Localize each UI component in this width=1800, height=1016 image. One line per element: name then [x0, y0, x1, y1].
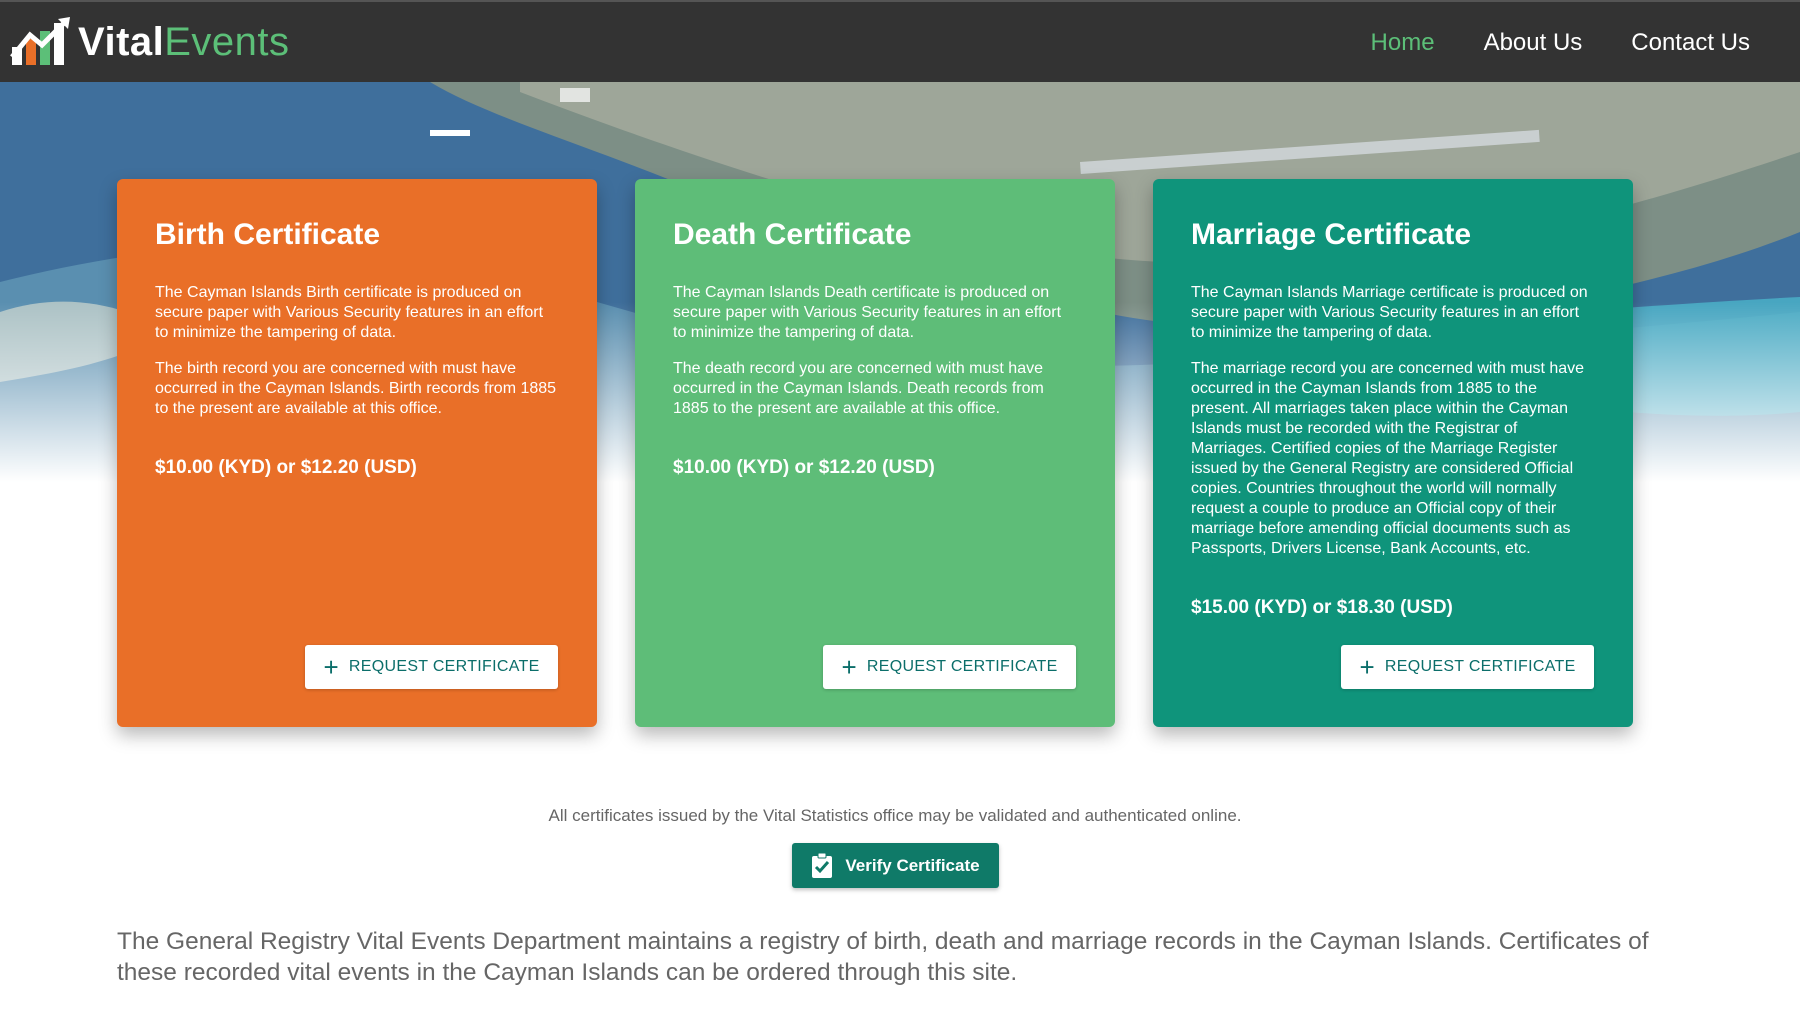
card-description: The Cayman Islands Marriage certificate … [1191, 284, 1588, 341]
main-nav: Home About Us Contact Us [1371, 2, 1750, 84]
plus-icon: + [323, 652, 339, 682]
card-title: Marriage Certificate [1191, 218, 1472, 251]
card-title: Death Certificate [673, 218, 912, 251]
card-price: $15.00 (KYD) or $18.30 (USD) [1191, 597, 1453, 618]
validation-note: All certificates issued by the Vital Sta… [548, 806, 1242, 825]
request-marriage-certificate-button[interactable]: + REQUEST CERTIFICATE [1341, 645, 1594, 689]
card-description: The Cayman Islands Death certificate is … [673, 284, 1062, 341]
card-record-info: The birth record you are concerned with … [155, 360, 557, 417]
card-price: $10.00 (KYD) or $12.20 (USD) [673, 457, 935, 478]
plus-icon: + [1359, 652, 1375, 682]
verify-label: Verify Certificate [845, 855, 980, 875]
nav-home[interactable]: Home [1371, 29, 1435, 57]
logo-text: VitalEvents [78, 20, 290, 65]
button-label: REQUEST CERTIFICATE [866, 658, 1058, 675]
card-record-info: The death record you are concerned with … [673, 360, 1044, 417]
marriage-certificate-card: Marriage Certificate The Cayman Islands … [1153, 179, 1633, 727]
logo-chart-icon [10, 17, 70, 65]
intro-paragraph: The General Registry Vital Events Depart… [117, 928, 1649, 986]
nav-about-us[interactable]: About Us [1484, 29, 1583, 57]
logo-vital: Vital [78, 19, 165, 64]
site-logo[interactable]: VitalEvents [10, 12, 290, 72]
death-certificate-card: Death Certificate The Cayman Islands Dea… [635, 179, 1115, 727]
request-death-certificate-button[interactable]: + REQUEST CERTIFICATE [823, 645, 1076, 689]
card-title: Birth Certificate [155, 218, 381, 251]
card-price: $10.00 (KYD) or $12.20 (USD) [155, 457, 417, 478]
birth-certificate-card: Birth Certificate The Cayman Islands Bir… [117, 179, 597, 727]
logo-events: Events [164, 19, 290, 64]
top-navbar: VitalEvents Home About Us Contact Us [0, 0, 1800, 82]
plus-icon: + [841, 652, 857, 682]
nav-contact-us[interactable]: Contact Us [1631, 29, 1750, 57]
clipboard-check-icon [812, 852, 833, 878]
button-label: REQUEST CERTIFICATE [1384, 658, 1576, 675]
card-record-info: The marriage record you are concerned wi… [1191, 360, 1585, 557]
button-label: REQUEST CERTIFICATE [348, 658, 540, 675]
verify-certificate-button[interactable]: Verify Certificate [792, 843, 999, 888]
request-birth-certificate-button[interactable]: + REQUEST CERTIFICATE [305, 645, 558, 689]
card-description: The Cayman Islands Birth certificate is … [155, 284, 544, 341]
